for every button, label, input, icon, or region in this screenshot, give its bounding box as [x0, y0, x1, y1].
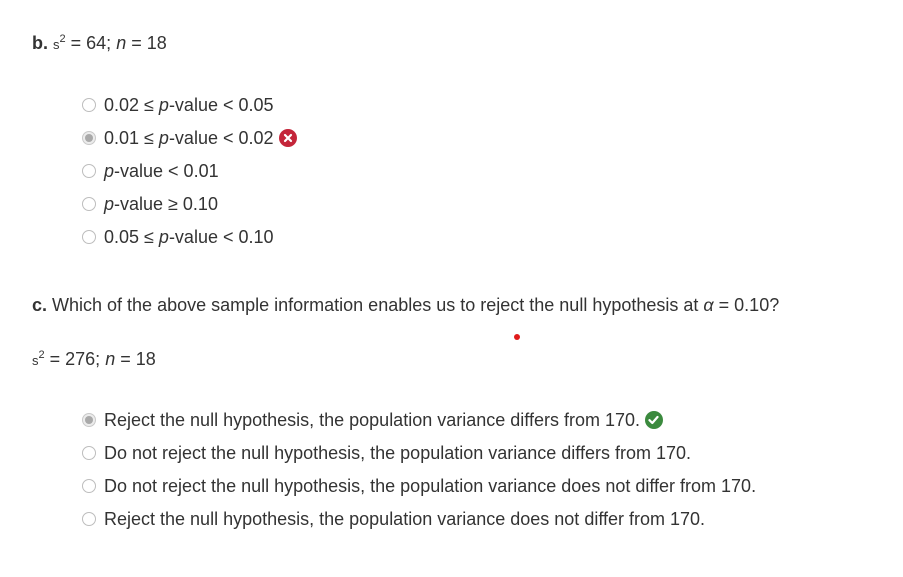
checkmark-icon — [644, 411, 663, 429]
radio-button[interactable] — [82, 230, 96, 244]
option-label: p-value < 0.01 — [104, 161, 219, 181]
part-b-option-1[interactable]: 0.02 ≤ p-value < 0.05 — [82, 92, 274, 118]
option-label: Do not reject the null hypothesis, the p… — [104, 443, 692, 463]
part-b-prefix: b. — [32, 33, 48, 53]
option-label: 0.02 ≤ p-value < 0.05 — [104, 95, 274, 115]
option-label: Reject the null hypothesis, the populati… — [104, 410, 640, 430]
part-c-n-value: = 18 — [115, 349, 156, 369]
part-b-n-symbol: n — [116, 33, 127, 53]
part-c-question-tail: = 0.10? — [713, 295, 780, 315]
part-c-question: c. Which of the above sample information… — [32, 294, 779, 316]
part-b-header: b. s2 = 64; n = 18 — [32, 28, 167, 56]
option-label: 0.05 ≤ p-value < 0.10 — [104, 227, 274, 247]
part-c-question-text: Which of the above sample information en… — [47, 295, 704, 315]
radio-button[interactable] — [82, 446, 96, 460]
part-c-prefix: c. — [32, 295, 48, 315]
part-b-option-5[interactable]: 0.05 ≤ p-value < 0.10 — [82, 224, 274, 250]
part-c-option-4[interactable]: Reject the null hypothesis, the populati… — [82, 506, 705, 532]
radio-button[interactable] — [82, 479, 96, 493]
part-b-option-3[interactable]: p-value < 0.01 — [82, 158, 219, 184]
radio-button-selected[interactable] — [82, 131, 96, 145]
part-b-n-value: = 18 — [126, 33, 167, 53]
part-c-s-value: = 276; — [44, 349, 106, 369]
radio-button[interactable] — [82, 197, 96, 211]
part-c-option-3[interactable]: Do not reject the null hypothesis, the p… — [82, 473, 756, 499]
option-label: p-value ≥ 0.10 — [104, 194, 218, 214]
part-c-option-2[interactable]: Do not reject the null hypothesis, the p… — [82, 440, 691, 466]
option-label: 0.01 ≤ p-value < 0.02 — [104, 128, 274, 148]
option-label: Do not reject the null hypothesis, the p… — [104, 476, 757, 496]
radio-button[interactable] — [82, 164, 96, 178]
part-c-n-symbol: n — [105, 349, 116, 369]
x-mark-icon — [278, 129, 297, 147]
part-b-option-2[interactable]: 0.01 ≤ p-value < 0.02 — [82, 125, 297, 151]
option-label: Reject the null hypothesis, the populati… — [104, 509, 706, 529]
alpha-symbol: α — [703, 295, 714, 315]
part-c-stats: s2 = 276; n = 18 — [32, 344, 156, 372]
radio-button-selected[interactable] — [82, 413, 96, 427]
radio-button[interactable] — [82, 512, 96, 526]
part-b-option-4[interactable]: p-value ≥ 0.10 — [82, 191, 218, 217]
part-b-s-value: = 64; — [65, 33, 117, 53]
part-c-option-1[interactable]: Reject the null hypothesis, the populati… — [82, 407, 663, 433]
radio-button[interactable] — [82, 98, 96, 112]
red-dot-marker — [514, 334, 520, 340]
